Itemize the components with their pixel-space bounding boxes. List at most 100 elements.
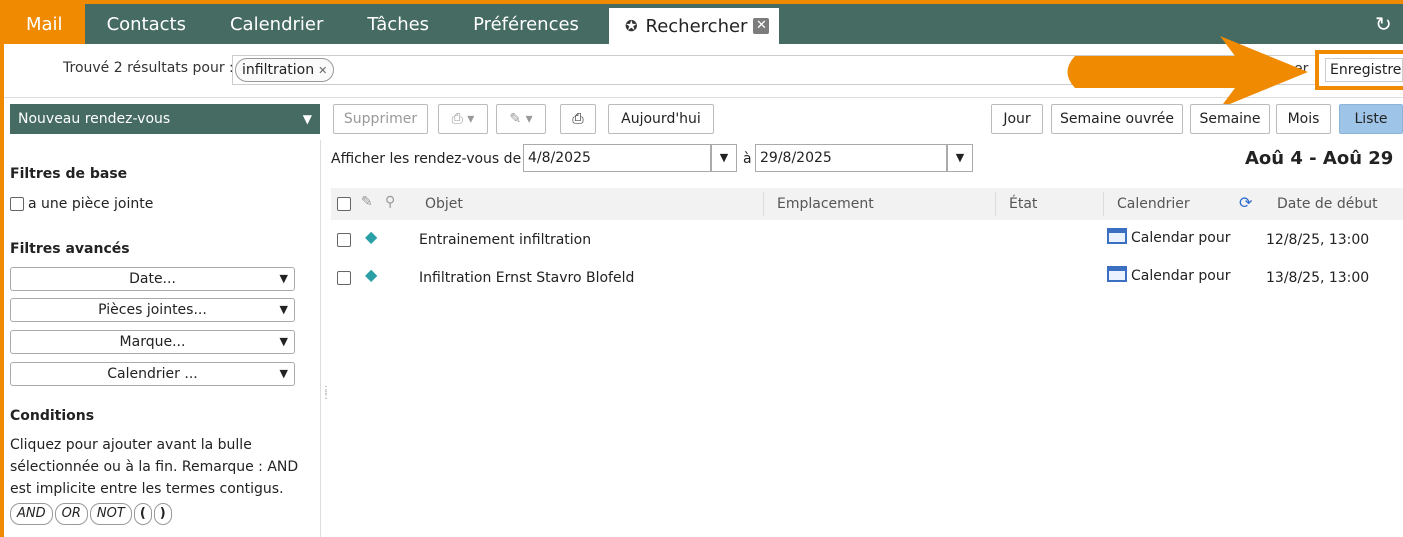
filter-tag-dropdown[interactable]: Marque... ▼: [10, 330, 295, 354]
tag-icon: ◆: [365, 227, 378, 246]
search-bubble[interactable]: infiltration ✕: [235, 58, 335, 82]
row-calendar: Calendar pour: [1107, 266, 1230, 284]
chevron-down-icon: ▼: [279, 367, 288, 380]
date-from-dropdown[interactable]: ▼: [711, 144, 737, 172]
chevron-down-icon: ▼: [279, 272, 288, 285]
calendar-icon: [1107, 228, 1127, 244]
view-day-button[interactable]: Jour: [991, 104, 1043, 134]
filter-tag-label: Marque...: [119, 334, 186, 350]
search-query-field[interactable]: infiltration ✕: [232, 55, 1317, 85]
row-calendar-text: Calendar pour: [1131, 268, 1231, 284]
printer-icon: ⎙: [572, 111, 584, 127]
operator-buttons: AND OR NOT ( ): [10, 503, 172, 525]
app-tab-bar: Mail Contacts Calendrier Tâches Préféren…: [4, 4, 1403, 44]
tag-icon: ◆: [365, 265, 378, 284]
operator-not-button[interactable]: NOT: [89, 503, 132, 525]
resize-grip-icon[interactable]: ⋮ ⋮: [321, 386, 331, 401]
column-start-date[interactable]: Date de début: [1277, 196, 1378, 212]
date-to-dropdown[interactable]: ▼: [947, 144, 973, 172]
tag-icon: ✎ ▾: [509, 111, 533, 127]
new-appointment-label: Nouveau rendez-vous: [18, 111, 171, 127]
delete-button[interactable]: Supprimer: [333, 104, 428, 134]
view-workweek-button[interactable]: Semaine ouvrée: [1051, 104, 1183, 134]
row-checkbox[interactable]: [337, 233, 351, 247]
basic-filters-title: Filtres de base: [10, 166, 128, 182]
column-location[interactable]: Emplacement: [777, 196, 874, 212]
row-subject: Entrainement infiltration: [419, 232, 592, 248]
attachment-filter-label: a une pièce jointe: [28, 196, 154, 212]
chevron-down-icon: ▼: [279, 303, 288, 316]
filter-attachments-dropdown[interactable]: Pièces jointes... ▼: [10, 298, 295, 322]
view-week-button[interactable]: Semaine: [1190, 104, 1270, 134]
operator-open-paren-button[interactable]: (: [133, 503, 152, 525]
filter-attachments-label: Pièces jointes...: [98, 302, 207, 318]
column-status[interactable]: État: [1009, 196, 1037, 212]
save-search-button[interactable]: Enregistrer: [1325, 58, 1403, 82]
operator-or-button[interactable]: OR: [54, 503, 88, 525]
column-calendar[interactable]: Calendrier: [1117, 196, 1190, 212]
select-all-checkbox[interactable]: [337, 197, 351, 211]
advanced-filters-title: Filtres avancés: [10, 241, 130, 257]
row-checkbox[interactable]: [337, 271, 351, 285]
row-subject: Infiltration Ernst Stavro Blofeld: [419, 270, 635, 286]
filter-date-label: Date...: [129, 271, 176, 287]
tab-search-label: Rechercher: [645, 15, 748, 37]
date-to-label: à: [743, 151, 752, 167]
attachment-filter[interactable]: a une pièce jointe: [10, 196, 153, 212]
row-calendar-text: Calendar pour: [1131, 230, 1231, 246]
column-separator[interactable]: [995, 192, 996, 216]
chevron-down-icon[interactable]: ▼: [303, 104, 312, 134]
operator-and-button[interactable]: AND: [10, 503, 53, 525]
conditions-help-text: Cliquez pour ajouter avant la bulle séle…: [10, 437, 299, 497]
column-separator[interactable]: [763, 192, 764, 216]
calendar-icon: [1107, 266, 1127, 282]
row-start-date: 13/8/25, 13:00: [1266, 270, 1370, 286]
row-calendar: Calendar pour: [1107, 228, 1230, 246]
printer-icon: ⎙ ▾: [451, 111, 475, 127]
date-range-title: Aoû 4 - Aoû 29: [1245, 148, 1394, 169]
filter-calendar-label: Calendrier ...: [107, 366, 198, 382]
date-from-input[interactable]: 4/8/2025: [523, 144, 711, 172]
search-results-bar: Trouvé 2 résultats pour : infiltration ✕ …: [4, 44, 1403, 98]
tab-tasks[interactable]: Tâches: [345, 4, 451, 44]
date-range-label: Afficher les rendez-vous de: [331, 151, 522, 167]
search-bubble-text: infiltration: [242, 62, 315, 78]
chevron-down-icon: ▼: [719, 151, 729, 164]
pin-icon: ✪: [624, 17, 638, 35]
view-list-button[interactable]: Liste: [1339, 104, 1403, 134]
filter-calendar-dropdown[interactable]: Calendrier ... ▼: [10, 362, 295, 386]
filter-date-dropdown[interactable]: Date... ▼: [10, 267, 295, 291]
operator-close-paren-button[interactable]: ): [153, 503, 172, 525]
print-button[interactable]: ⎙: [560, 104, 596, 134]
table-row[interactable]: ◆ Infiltration Ernst Stavro Blofeld Cale…: [331, 258, 1403, 296]
chevron-down-icon: ▼: [955, 151, 965, 164]
panel-divider[interactable]: [320, 140, 321, 537]
results-count-label: Trouvé 2 résultats pour :: [63, 60, 234, 76]
search-button-partial[interactable]: er: [1294, 61, 1308, 77]
view-month-button[interactable]: Mois: [1276, 104, 1331, 134]
new-appointment-button[interactable]: Nouveau rendez-vous ▼: [10, 104, 320, 134]
tab-preferences[interactable]: Préférences: [451, 4, 601, 44]
sync-icon[interactable]: ⟳: [1239, 193, 1252, 212]
tab-contacts[interactable]: Contacts: [85, 4, 208, 44]
chevron-down-icon: ▼: [279, 335, 288, 348]
row-start-date: 12/8/25, 13:00: [1266, 232, 1370, 248]
tab-search[interactable]: ✪ Rechercher ✕: [608, 8, 780, 44]
print-menu-button[interactable]: ⎙ ▾: [438, 104, 488, 134]
date-to-input[interactable]: 29/8/2025: [755, 144, 947, 172]
tab-calendar[interactable]: Calendrier: [208, 4, 345, 44]
column-subject[interactable]: Objet: [425, 196, 463, 212]
attachment-checkbox[interactable]: [10, 197, 24, 211]
refresh-icon[interactable]: ↻: [1375, 12, 1397, 38]
remove-bubble-icon[interactable]: ✕: [318, 64, 327, 77]
today-button[interactable]: Aujourd'hui: [608, 104, 714, 134]
close-icon[interactable]: ✕: [753, 18, 770, 34]
table-row[interactable]: ◆ Entrainement infiltration Calendar pou…: [331, 220, 1403, 258]
conditions-title: Conditions: [10, 408, 95, 424]
tab-mail[interactable]: Mail: [4, 4, 85, 44]
column-separator[interactable]: [1103, 192, 1104, 216]
save-search-highlight: Enregistrer: [1315, 50, 1403, 90]
tag-menu-button[interactable]: ✎ ▾: [496, 104, 546, 134]
tag-icon[interactable]: ✎: [361, 194, 373, 210]
paperclip-icon[interactable]: ⚲: [385, 194, 395, 210]
